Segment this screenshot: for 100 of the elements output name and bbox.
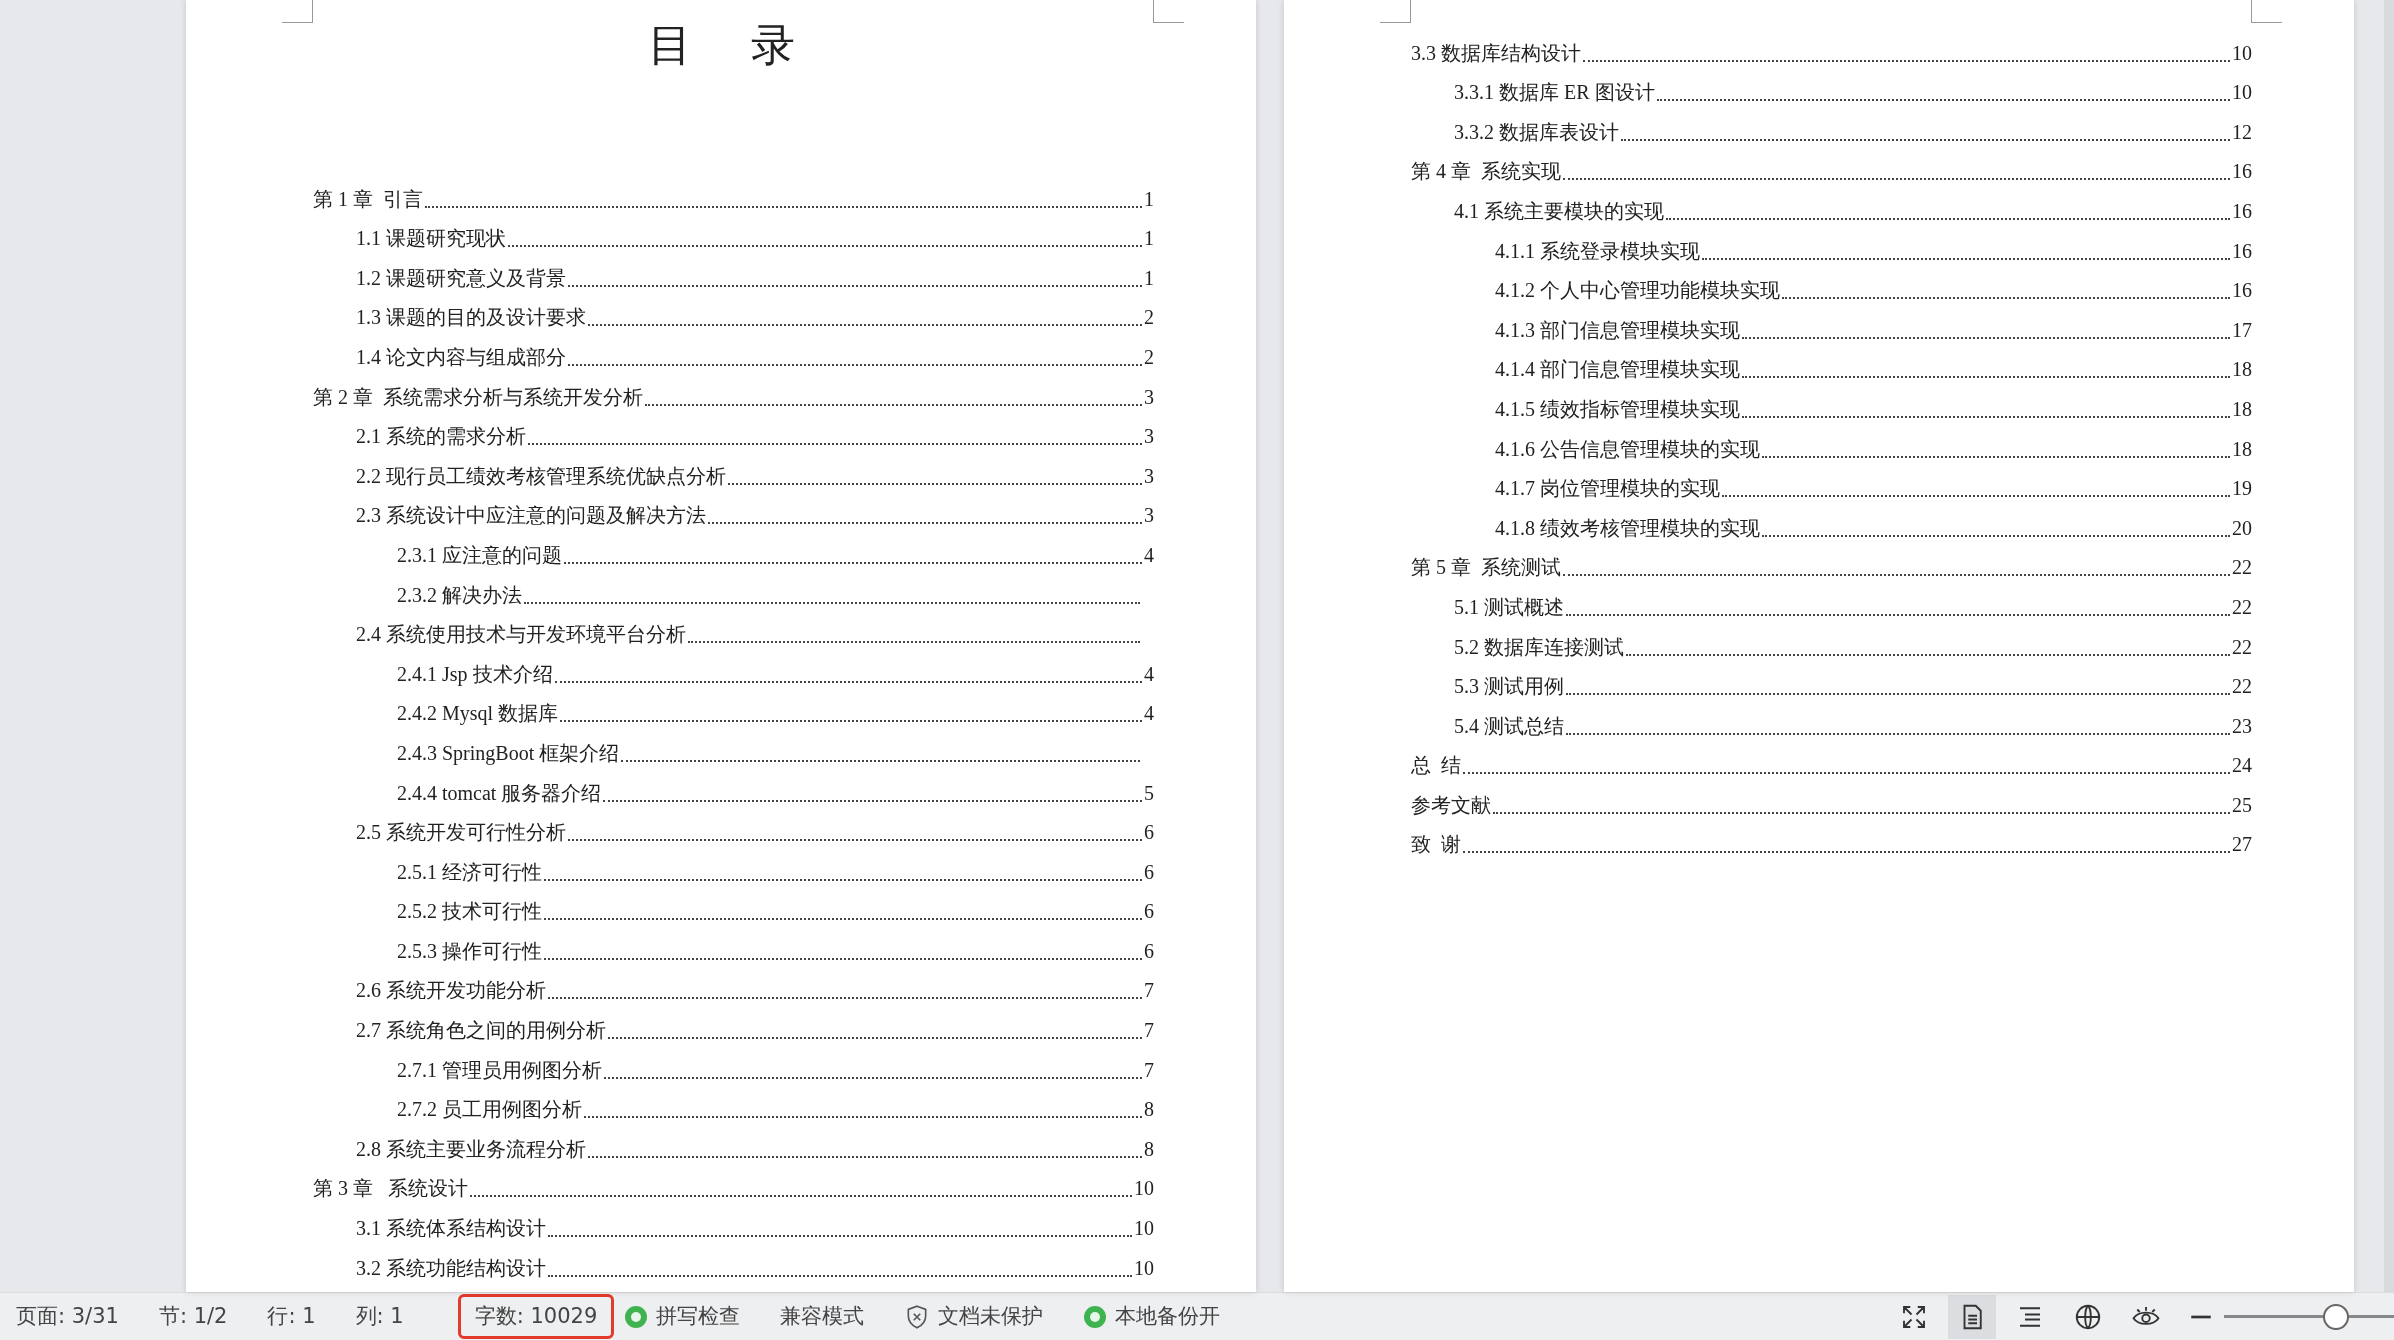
- toc-entry-title[interactable]: 4.1.1 系统登录模块实现: [1495, 235, 1700, 266]
- toc-entry-title[interactable]: 3.3.2 数据库表设计: [1454, 116, 1619, 147]
- toc-page-number: 6: [1144, 820, 1154, 846]
- toc-entry-title[interactable]: 2.5.2 技术可行性: [397, 896, 542, 927]
- toc-entry-title[interactable]: 2.7.2 员工用例图分析: [397, 1094, 582, 1125]
- toc-entry-title[interactable]: 4.1.6 公告信息管理模块的实现: [1495, 433, 1760, 464]
- toc-page-number: 3: [1144, 384, 1154, 410]
- toc-page-number: 7: [1144, 1057, 1154, 1083]
- toc-entry-title[interactable]: 2.7 系统角色之间的用例分析: [356, 1015, 606, 1046]
- toc-entry-title[interactable]: 1.2 课题研究意义及背景: [356, 262, 566, 293]
- toc-heading: 目 录: [646, 24, 819, 68]
- toc-page-number: 27: [2232, 832, 2252, 858]
- toc-entry-title[interactable]: 第 4 章 系统实现: [1411, 156, 1561, 187]
- toc-entry-title[interactable]: 5.1 测试概述: [1454, 591, 1564, 622]
- toc-entry-title[interactable]: 1.1 课题研究现状: [356, 223, 506, 254]
- toc-entry-title[interactable]: 第 3 章 系统设计: [313, 1173, 468, 1204]
- toc-entry-title[interactable]: 2.3.1 应注意的问题: [397, 539, 562, 570]
- toc-entry-title[interactable]: 2.8 系统主要业务流程分析: [356, 1133, 586, 1164]
- toc-entry-title[interactable]: 4.1.4 部门信息管理模块实现: [1495, 354, 1740, 385]
- toc-page-number: 4: [1144, 661, 1154, 687]
- toc-entry-title[interactable]: 致 谢: [1411, 829, 1461, 860]
- toc-page-number: 16: [2232, 238, 2252, 264]
- toc-page-number: 16: [2232, 278, 2252, 304]
- toc-entry-title[interactable]: 4.1.3 部门信息管理模块实现: [1495, 314, 1740, 345]
- status-item[interactable]: 兼容模式: [780, 1300, 865, 1333]
- toc-entry-title[interactable]: 3.1 系统体系结构设计: [356, 1213, 546, 1244]
- toc-entry-title[interactable]: 3.3 数据库结构设计: [1411, 37, 1581, 68]
- status-item[interactable]: 本地备份开: [1115, 1300, 1221, 1333]
- status-item[interactable]: 字数: 10029: [457, 1293, 615, 1340]
- status-item[interactable]: 文档未保护: [938, 1300, 1044, 1333]
- toc-page-number: 22: [2232, 674, 2252, 700]
- status-item[interactable]: 页面: 3/31: [16, 1300, 119, 1333]
- status-dot-icon: [624, 1304, 649, 1329]
- toc-entry-title[interactable]: 2.5 系统开发可行性分析: [356, 817, 566, 848]
- toc-entry-title[interactable]: 3.2 系统功能结构设计: [356, 1252, 546, 1283]
- toc-entry-title[interactable]: 2.3 系统设计中应注意的问题及解决方法: [356, 500, 706, 531]
- toc-page-number: 5: [1144, 780, 1154, 806]
- toc-entry-title[interactable]: 2.2 现行员工绩效考核管理系统优缺点分析: [356, 460, 726, 491]
- toc-page-number: 4: [1144, 701, 1154, 727]
- toc-entry-title[interactable]: 4.1.8 绩效考核管理模块的实现: [1495, 512, 1760, 543]
- toc-entry-title[interactable]: 第 2 章 系统需求分析与系统开发分析: [313, 381, 643, 412]
- toc-entry-title[interactable]: 2.4.1 Jsp 技术介绍: [397, 658, 553, 689]
- toc-entry-title[interactable]: 2.6 系统开发功能分析: [356, 975, 546, 1006]
- toc-page-number: 22: [2232, 555, 2252, 581]
- toc-entry-title[interactable]: 2.4.2 Mysql 数据库: [397, 698, 559, 729]
- toc-entry-title[interactable]: 2.5.3 操作可行性: [397, 935, 542, 966]
- toc-page-number: 3: [1144, 503, 1154, 529]
- toc-entry-title[interactable]: 4.1.2 个人中心管理功能模块实现: [1495, 275, 1780, 306]
- toc-entry-title[interactable]: 4.1.7 岗位管理模块的实现: [1495, 473, 1720, 504]
- toc-page-number: 10: [1134, 1216, 1154, 1242]
- toc-page-number: 18: [2232, 357, 2252, 383]
- toc-entry-title[interactable]: 第 1 章 引言: [313, 183, 423, 214]
- toc-entry-title[interactable]: 4.1.5 绩效指标管理模块实现: [1495, 393, 1740, 424]
- toc-entry-title[interactable]: 1.4 论文内容与组成部分: [356, 341, 566, 372]
- toc-page-number: 25: [2232, 792, 2252, 818]
- toc-page-number: 3: [1144, 424, 1154, 450]
- toc-page-number: 1: [1144, 226, 1154, 252]
- toc-entry-title[interactable]: 1.3 课题的目的及设计要求: [356, 302, 586, 333]
- toc-entry-title[interactable]: 总 结: [1411, 750, 1461, 781]
- toc-entry-title[interactable]: 4.1 系统主要模块的实现: [1454, 195, 1664, 226]
- toc-entry-title[interactable]: 2.5.1 经济可行性: [397, 856, 542, 887]
- toc-page-number: 16: [2232, 159, 2252, 185]
- toc-page-number: 23: [2232, 713, 2252, 739]
- status-dot-icon: [1083, 1304, 1108, 1329]
- status-item[interactable]: 节: 1/2: [158, 1300, 228, 1333]
- toc-page-number: 22: [2232, 594, 2252, 620]
- status-item[interactable]: 行: 1: [267, 1300, 316, 1333]
- toc-page-number: 10: [2232, 80, 2252, 106]
- status-item[interactable]: 拼写检查: [656, 1300, 741, 1333]
- toc-entry-title[interactable]: 2.3.2 解决办法: [397, 579, 522, 610]
- toc-page-number: 20: [2232, 515, 2252, 541]
- toc-page-number: 1: [1144, 265, 1154, 291]
- zoom-slider[interactable]: [2224, 1302, 2394, 1331]
- crop-mark: [282, 0, 313, 23]
- zoom-slider-thumb[interactable]: [2323, 1303, 2350, 1330]
- toc-entry-title[interactable]: 2.4.3 SpringBoot 框架介绍: [397, 737, 620, 768]
- toc-entry-title[interactable]: 2.1 系统的需求分析: [356, 421, 526, 452]
- toc-page-number: 12: [2232, 119, 2252, 145]
- toc-entry-title[interactable]: 3.3.1 数据库 ER 图设计: [1454, 77, 1655, 108]
- toc-page-number: 7: [1144, 978, 1154, 1004]
- toc-entry-title[interactable]: 参考文献: [1411, 789, 1491, 820]
- toc-entry-title[interactable]: 2.4 系统使用技术与开发环境平台分析: [356, 619, 686, 650]
- toc-entry-title[interactable]: 5.3 测试用例: [1454, 671, 1564, 702]
- toc-entry-title[interactable]: 2.7.1 管理员用例图分析: [397, 1054, 602, 1085]
- toc-page-number: 18: [2232, 396, 2252, 422]
- toc-page-number: 2: [1144, 305, 1154, 331]
- toc-entry-title[interactable]: 5.4 测试总结: [1454, 710, 1564, 741]
- toc-page-number: 10: [1134, 1255, 1154, 1281]
- toc-page-number: 4: [1144, 542, 1154, 568]
- toc-entry-title[interactable]: 第 5 章 系统测试: [1411, 552, 1561, 583]
- status-item[interactable]: 列: 1: [355, 1300, 404, 1333]
- toc-page-number: 10: [1134, 1176, 1154, 1202]
- crop-mark: [1380, 0, 1411, 23]
- toc-page-number: 19: [2232, 476, 2252, 502]
- toc-page-number: 17: [2232, 317, 2252, 343]
- toc-entry-title[interactable]: 5.2 数据库连接测试: [1454, 631, 1624, 662]
- toc-page-number: 22: [2232, 634, 2252, 660]
- toc-entry-title[interactable]: 2.4.4 tomcat 服务器介绍: [397, 777, 602, 808]
- view-button[interactable]: [1948, 1294, 1996, 1339]
- toc-page-number: 6: [1144, 859, 1154, 885]
